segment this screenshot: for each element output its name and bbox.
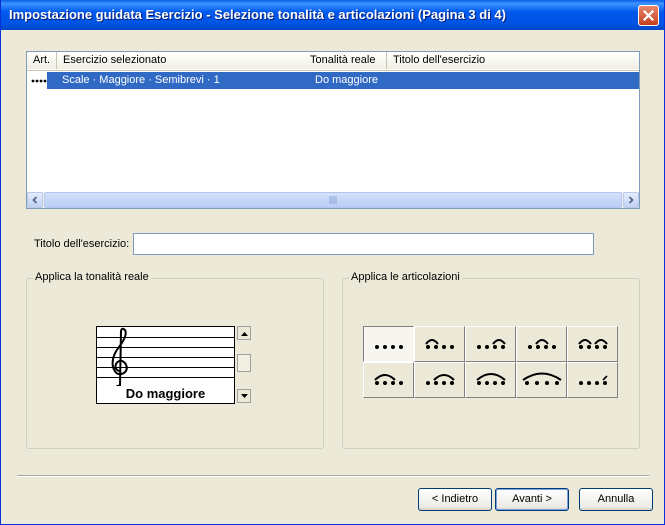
key-down-button[interactable] (237, 389, 251, 403)
scroll-right-button[interactable] (623, 192, 639, 208)
footer-separator (17, 475, 649, 477)
articulation-slur-last-three-button[interactable] (414, 362, 465, 398)
key-scroll-thumb[interactable] (237, 354, 251, 372)
slur-pairs-icon (577, 339, 608, 349)
column-titolo[interactable]: Titolo dell'esercizio (387, 52, 639, 69)
exercise-list[interactable]: Art. Esercizio selezionato Tonalità real… (26, 51, 640, 209)
list-header: Art. Esercizio selezionato Tonalità real… (27, 52, 639, 71)
scroll-left-button[interactable] (27, 192, 43, 208)
close-button[interactable] (638, 5, 659, 26)
cancel-button[interactable]: Annulla (579, 488, 653, 511)
treble-clef-icon (111, 327, 128, 393)
key-name: Do maggiore (97, 386, 234, 401)
column-esercizio[interactable]: Esercizio selezionato (57, 52, 334, 69)
slur-first-three-icon (373, 374, 403, 385)
dots-with-accent-icon (578, 375, 608, 385)
articulation-slur-two-dots-button[interactable] (414, 326, 465, 362)
articulation-dots-with-accent-button[interactable] (567, 362, 618, 398)
slur-all-four-icon (475, 373, 506, 385)
horizontal-scrollbar[interactable] (27, 192, 639, 208)
articulation-group-label: Applica le articolazioni (349, 271, 462, 283)
slur-two-dots-icon (424, 339, 454, 349)
column-tonalita[interactable]: Tonalità reale (304, 52, 387, 69)
chevron-left-icon (32, 196, 38, 204)
articulation-slur-all-four-button[interactable] (465, 362, 516, 398)
chevron-right-icon (628, 196, 634, 204)
four-quarter-dots-icon (31, 79, 47, 83)
articulation-slur-last-two-button[interactable] (465, 326, 516, 362)
slur-last-three-icon (425, 374, 455, 385)
wizard-window: Impostazione guidata Esercizio - Selezio… (0, 0, 665, 525)
title-label: Titolo dell'esercizio: (34, 238, 130, 250)
window-title: Impostazione guidata Esercizio - Selezio… (9, 7, 506, 22)
close-icon (643, 10, 654, 21)
articulation-four-dots-button[interactable] (363, 326, 414, 362)
four-dots-icon (374, 345, 403, 349)
cell-esercizio: Scale · Maggiore · Semibrevi · 1 (62, 74, 220, 86)
key-signature-display: Do maggiore (96, 326, 235, 404)
grip-icon (329, 196, 337, 204)
slur-middle-two-icon (527, 339, 556, 349)
slur-last-two-icon (476, 339, 506, 349)
slur-long-icon (521, 372, 562, 385)
title-bar[interactable]: Impostazione guidata Esercizio - Selezio… (1, 0, 664, 30)
column-art[interactable]: Art. (27, 52, 57, 69)
arrow-down-icon (240, 393, 248, 398)
title-input[interactable] (133, 233, 594, 255)
table-row[interactable]: Scale · Maggiore · Semibrevi · 1 Do magg… (47, 72, 639, 89)
key-up-button[interactable] (237, 326, 251, 340)
tonality-group-label: Applica la tonalità reale (33, 271, 151, 283)
articulation-slur-long-button[interactable] (516, 362, 567, 398)
arrow-up-icon (240, 331, 248, 336)
next-button[interactable]: Avanti > (495, 488, 569, 511)
scroll-thumb[interactable] (44, 192, 622, 208)
back-button[interactable]: < Indietro (418, 488, 492, 511)
articulation-slur-pairs-button[interactable] (567, 326, 618, 362)
articulation-slur-middle-two-button[interactable] (516, 326, 567, 362)
cell-tonalita: Do maggiore (315, 74, 378, 86)
articulation-group: Applica le articolazioni (342, 271, 640, 449)
tonality-group: Applica la tonalità reale Do maggiore (26, 271, 324, 449)
articulation-slur-first-three-button[interactable] (363, 362, 414, 398)
